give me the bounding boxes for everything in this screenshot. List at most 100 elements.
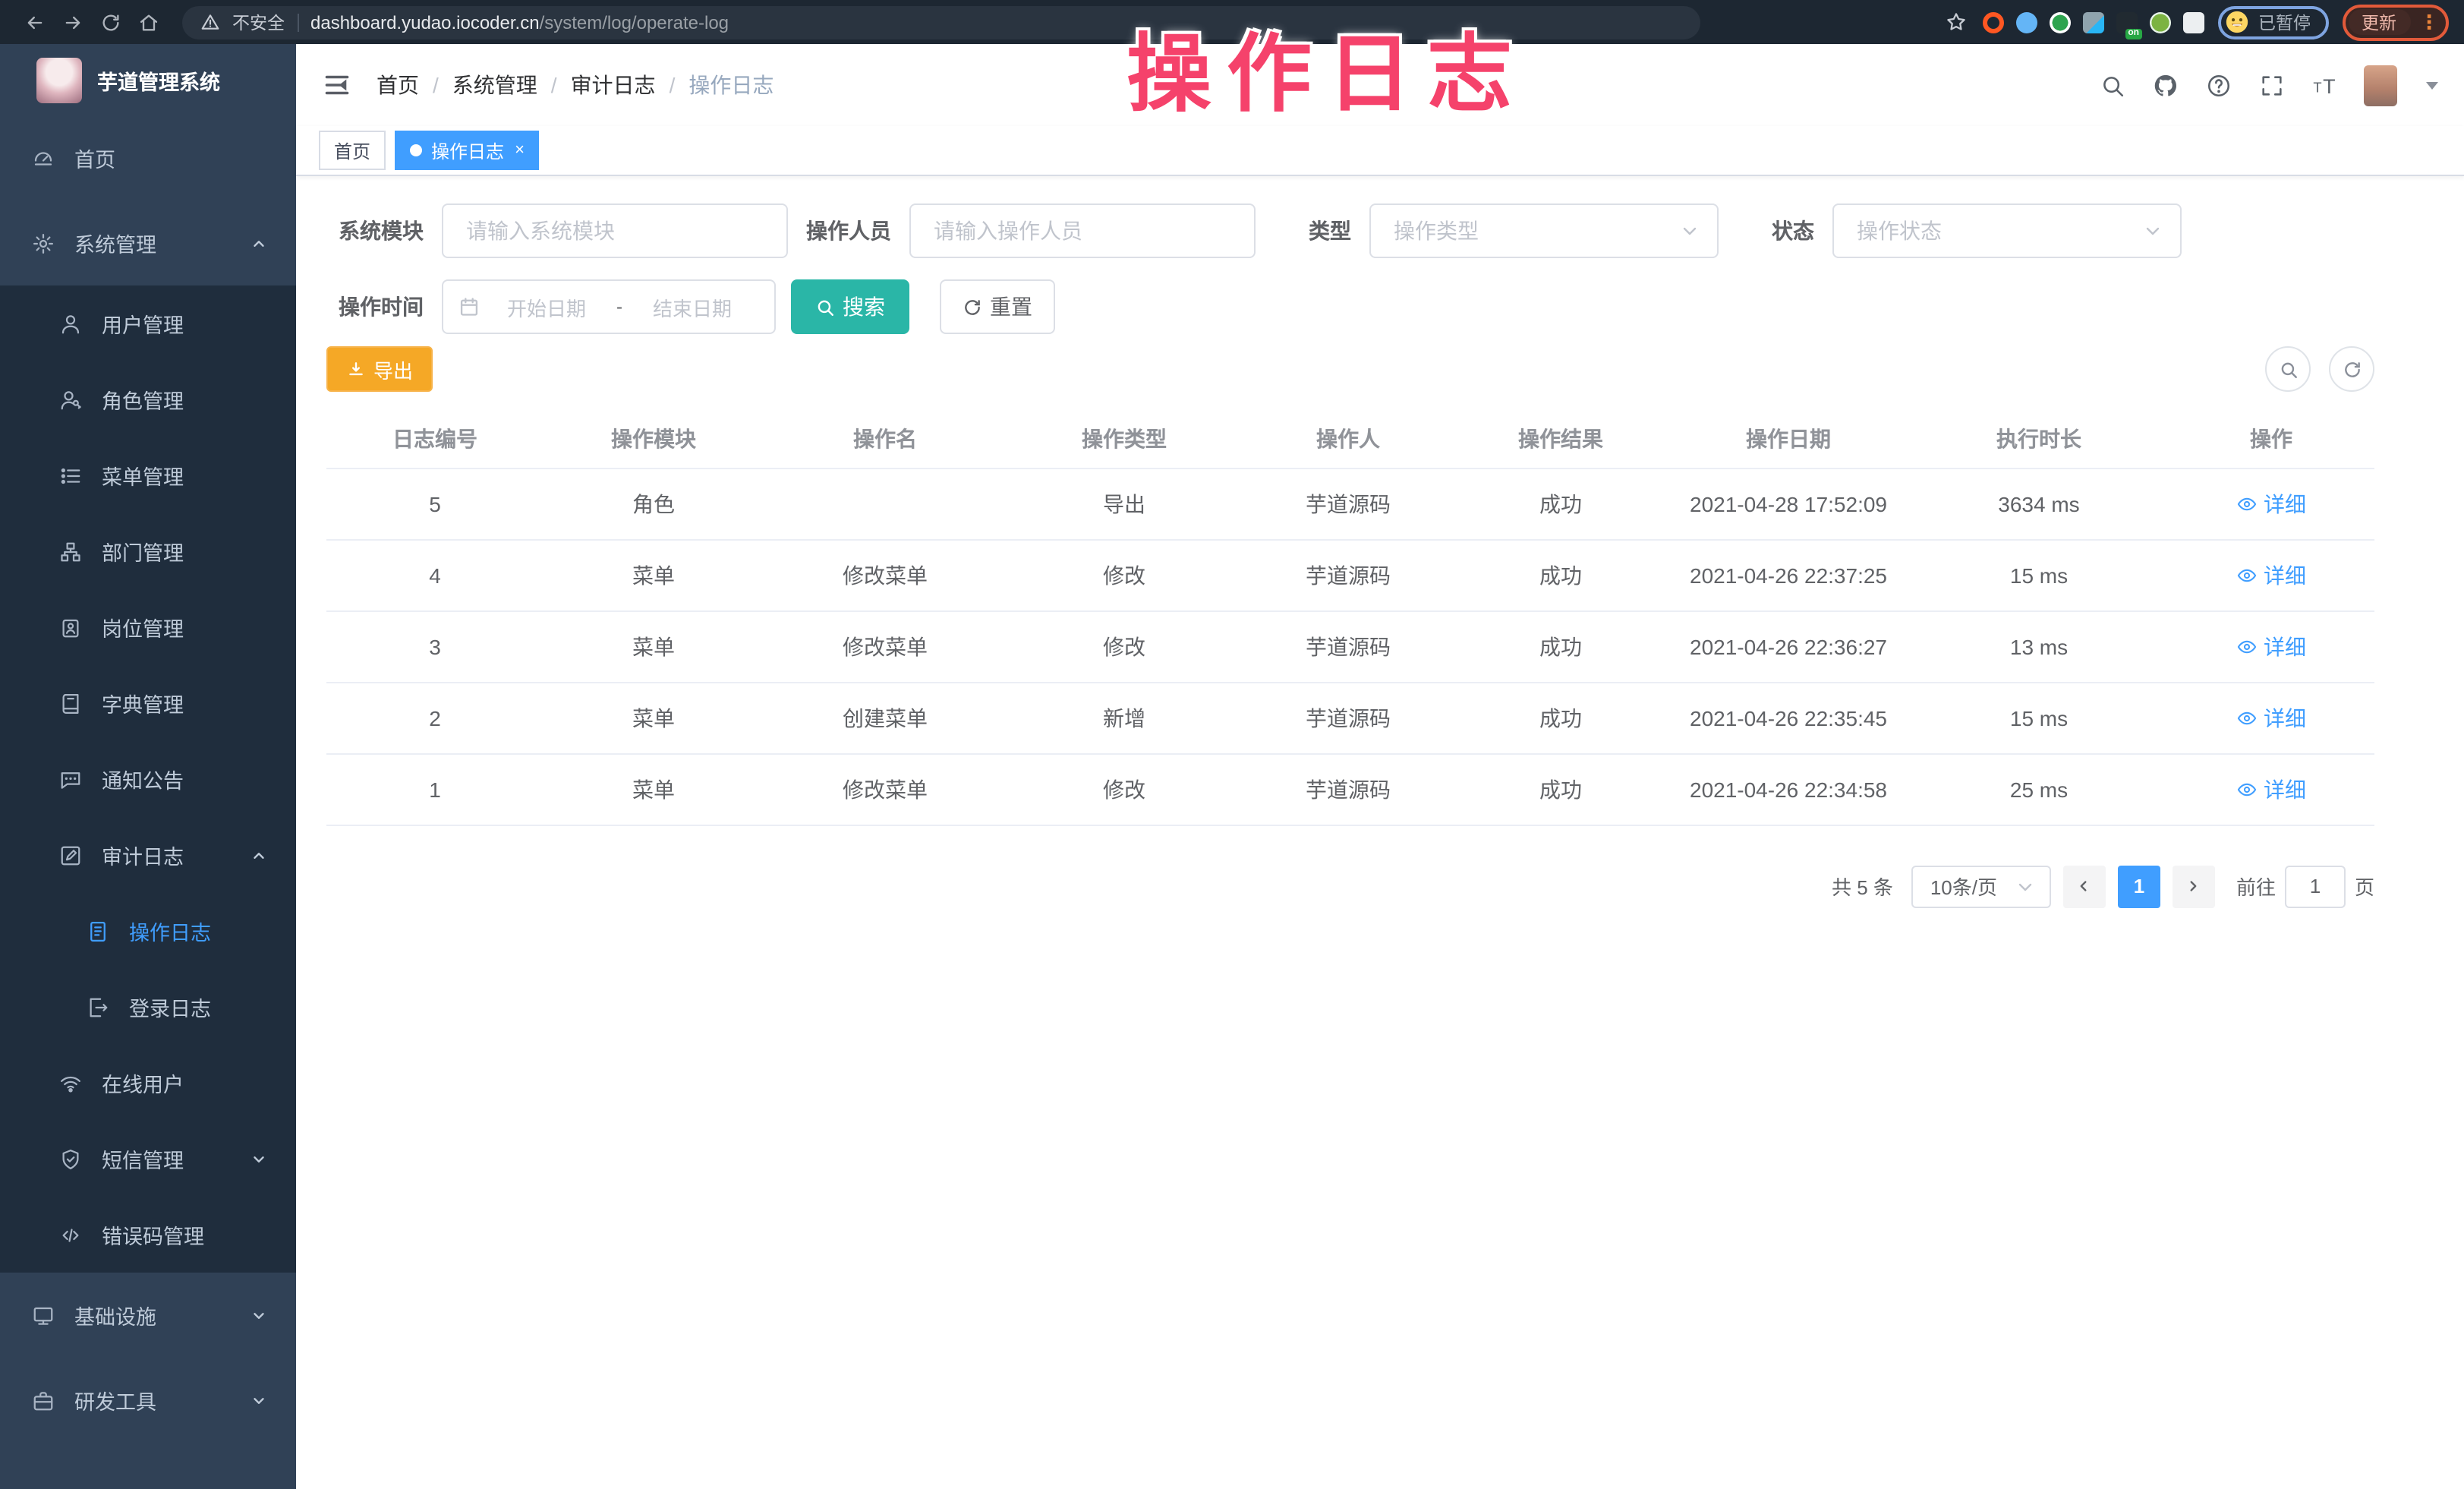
date-range-picker[interactable]: 开始日期 - 结束日期 xyxy=(442,279,776,334)
sidebar-item-online-user[interactable]: 在线用户 xyxy=(0,1045,296,1121)
detail-link[interactable]: 详细 xyxy=(2236,702,2306,733)
github-icon[interactable] xyxy=(2151,71,2179,99)
refresh-table-button[interactable] xyxy=(2329,346,2374,392)
browser-back-icon[interactable] xyxy=(15,5,53,39)
sidebar-item-audit-log[interactable]: 审计日志 xyxy=(0,817,296,893)
browser-update-button[interactable]: 更新 xyxy=(2348,9,2410,35)
hamburger-icon[interactable] xyxy=(322,71,352,99)
extension-puzzle-icon[interactable] xyxy=(2182,11,2204,33)
browser-home-icon[interactable] xyxy=(129,5,167,39)
operator-input[interactable] xyxy=(909,203,1256,258)
detail-link[interactable]: 详细 xyxy=(2236,560,2306,590)
page-size-select[interactable]: 10条/页 xyxy=(1911,865,2051,907)
toggle-search-button[interactable] xyxy=(2265,346,2311,392)
prev-page-button[interactable] xyxy=(2063,865,2106,907)
sidebar-item-login-log[interactable]: 登录日志 xyxy=(0,969,296,1045)
table-cell: 2021-04-28 17:52:09 xyxy=(1667,468,1910,539)
table-cell: 导出 xyxy=(1007,468,1242,539)
monitor-icon xyxy=(32,1304,55,1327)
table-row: 4菜单修改菜单修改芋道源码成功2021-04-26 22:37:2515 ms详… xyxy=(326,539,2374,610)
sidebar-item-dept[interactable]: 部门管理 xyxy=(0,513,296,589)
table-cell: 15 ms xyxy=(1910,682,2168,753)
tab-首页[interactable]: 首页 xyxy=(319,131,386,170)
breadcrumb-item[interactable]: 首页 xyxy=(377,70,419,100)
refresh-icon xyxy=(2342,359,2362,379)
detail-link[interactable]: 详细 xyxy=(2236,631,2306,661)
breadcrumb-separator: / xyxy=(670,73,676,97)
table-cell: 芋道源码 xyxy=(1242,539,1454,610)
column-header: 操作人 xyxy=(1242,410,1454,468)
extension-gray-icon[interactable] xyxy=(2082,11,2103,33)
question-icon[interactable] xyxy=(2204,71,2232,99)
table-toolbar: 导出 xyxy=(326,346,2374,392)
sidebar-item-user[interactable]: 用户管理 xyxy=(0,285,296,361)
fullscreen-icon[interactable] xyxy=(2258,71,2285,99)
browser-reload-icon[interactable] xyxy=(91,5,129,39)
sidebar-item-infra[interactable]: 基础设施 xyxy=(0,1273,296,1358)
status-select[interactable]: 操作状态 xyxy=(1832,203,2182,258)
search-button[interactable]: 搜索 xyxy=(791,279,909,334)
sidebar-item-system[interactable]: 系统管理 xyxy=(0,200,296,285)
next-page-button[interactable] xyxy=(2173,865,2215,907)
breadcrumb-item[interactable]: 审计日志 xyxy=(571,70,656,100)
search-icon[interactable] xyxy=(2098,71,2125,99)
reset-button[interactable]: 重置 xyxy=(940,279,1055,334)
page-url[interactable]: dashboard.yudao.iocoder.cn/system/log/op… xyxy=(310,11,729,33)
export-button[interactable]: 导出 xyxy=(326,346,433,392)
page-button-1[interactable]: 1 xyxy=(2118,865,2160,907)
sidebar-item-sms[interactable]: 短信管理 xyxy=(0,1121,296,1197)
fontsize-icon[interactable]: TT xyxy=(2311,71,2338,99)
search-icon xyxy=(2278,359,2298,379)
browser-forward-icon[interactable] xyxy=(53,5,91,39)
idcard-icon xyxy=(59,616,82,639)
column-header: 操作日期 xyxy=(1667,410,1910,468)
address-bar[interactable]: 不安全 dashboard.yudao.iocoder.cn/system/lo… xyxy=(182,5,1700,39)
gear-icon xyxy=(32,232,55,254)
sidebar-item-dev-tool[interactable]: 研发工具 xyxy=(0,1358,296,1443)
download-icon xyxy=(346,359,366,379)
breadcrumb-item[interactable]: 系统管理 xyxy=(452,70,537,100)
goto-page-input[interactable] xyxy=(2285,865,2346,907)
update-annotation-ring: 更新 ⋮ xyxy=(2343,4,2449,40)
sidebar-item-menu[interactable]: 菜单管理 xyxy=(0,437,296,513)
table-cell: 创建菜单 xyxy=(764,682,1007,753)
table-cell: 修改菜单 xyxy=(764,753,1007,825)
app-logo-row[interactable]: 芋道管理系统 xyxy=(0,44,296,115)
extension-green-icon[interactable] xyxy=(2049,11,2070,33)
table-cell: 角色 xyxy=(544,468,764,539)
extension-blue-icon[interactable] xyxy=(2015,11,2037,33)
sidebar-item-role[interactable]: 角色管理 xyxy=(0,361,296,437)
type-select[interactable]: 操作类型 xyxy=(1369,203,1719,258)
role-icon xyxy=(59,388,82,411)
sidebar-item-error-code[interactable]: 错误码管理 xyxy=(0,1197,296,1273)
sidebar-item-label: 在线用户 xyxy=(102,1068,184,1098)
table-cell: 菜单 xyxy=(544,753,764,825)
security-label[interactable]: 不安全 xyxy=(232,10,285,34)
extension-sprout-icon[interactable] xyxy=(2149,11,2170,33)
extension-orange-icon[interactable] xyxy=(1982,11,2003,33)
chevron-down-icon xyxy=(250,1150,267,1167)
detail-link[interactable]: 详细 xyxy=(2236,488,2306,519)
browser-menu-icon[interactable]: ⋮ xyxy=(2419,10,2444,34)
sidebar-item-home[interactable]: 首页 xyxy=(0,115,296,200)
table-cell: 修改 xyxy=(1007,610,1242,682)
detail-link[interactable]: 详细 xyxy=(2236,774,2306,804)
close-icon[interactable]: × xyxy=(515,142,525,159)
table-cell: 1 xyxy=(326,753,544,825)
extension-dark-icon[interactable]: on xyxy=(2116,11,2137,33)
extension-paused-chip[interactable]: 已暂停 xyxy=(2217,5,2329,39)
sidebar-item-dict[interactable]: 字典管理 xyxy=(0,665,296,741)
bookmark-star-icon[interactable] xyxy=(1944,10,1968,34)
sidebar-item-notice[interactable]: 通知公告 xyxy=(0,741,296,817)
tab-操作日志[interactable]: 操作日志× xyxy=(395,131,540,170)
user-avatar[interactable] xyxy=(2364,65,2397,106)
code-icon xyxy=(59,1223,82,1246)
sidebar-item-label: 研发工具 xyxy=(74,1385,156,1415)
module-input[interactable] xyxy=(442,203,788,258)
sidebar-item-operate-log[interactable]: 操作日志 xyxy=(0,893,296,969)
table-cell: 详细 xyxy=(2168,468,2374,539)
caret-down-icon[interactable] xyxy=(2426,81,2438,89)
end-date-placeholder: 结束日期 xyxy=(625,292,759,321)
sidebar-item-post[interactable]: 岗位管理 xyxy=(0,589,296,665)
goto-label: 前往 xyxy=(2236,872,2276,901)
